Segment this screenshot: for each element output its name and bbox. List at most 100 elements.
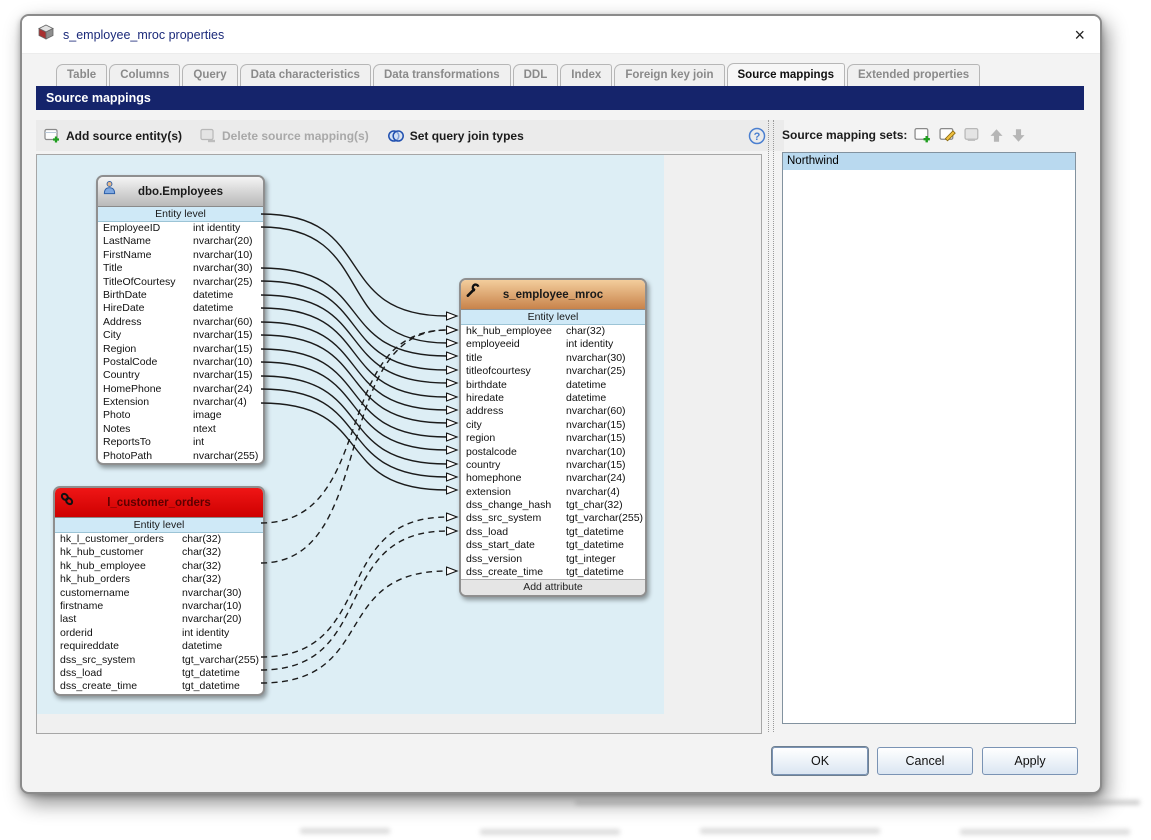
attribute-row[interactable]: BirthDatedatetime	[98, 289, 263, 302]
tab-query[interactable]: Query	[182, 64, 237, 86]
attribute-row[interactable]: hk_hub_employeechar(32)	[461, 325, 645, 338]
attribute-row[interactable]: dss_versiontgt_integer	[461, 553, 645, 566]
attribute-name: ReportsTo	[103, 436, 193, 449]
attribute-row[interactable]: dss_change_hashtgt_char(32)	[461, 499, 645, 512]
attribute-row[interactable]: dss_src_systemtgt_varchar(255)	[461, 512, 645, 525]
attribute-row[interactable]: EmployeeIDint identity	[98, 222, 263, 235]
panel-splitter[interactable]	[768, 120, 774, 732]
entity-link[interactable]: l_customer_ordersEntity levelhk_l_custom…	[53, 486, 265, 696]
tab-ddl[interactable]: DDL	[513, 64, 559, 86]
attribute-row[interactable]: dss_src_systemtgt_varchar(255)	[55, 654, 263, 667]
add-source-entity-button[interactable]: Add source entity(s)	[44, 128, 182, 144]
section-header: Source mappings	[36, 86, 1084, 110]
close-icon[interactable]: ×	[1074, 26, 1085, 44]
attribute-row[interactable]: Countrynvarchar(15)	[98, 369, 263, 382]
attribute-type: char(32)	[182, 560, 263, 573]
attribute-type: image	[193, 409, 263, 422]
apply-button[interactable]: Apply	[982, 747, 1078, 775]
attribute-row[interactable]: Titlenvarchar(30)	[98, 262, 263, 275]
entity-section-row[interactable]: Entity level	[98, 207, 263, 222]
attribute-row[interactable]: Addressnvarchar(60)	[98, 316, 263, 329]
attribute-row[interactable]: dss_loadtgt_datetime	[461, 526, 645, 539]
source-mapping-sets-list[interactable]: Northwind	[782, 152, 1076, 724]
attribute-row[interactable]: firstnamenvarchar(10)	[55, 600, 263, 613]
cancel-button[interactable]: Cancel	[877, 747, 973, 775]
entity-section-row[interactable]: Entity level	[55, 518, 263, 533]
tab-source-mappings[interactable]: Source mappings	[727, 63, 846, 86]
delete-table-icon	[200, 128, 217, 144]
attribute-row[interactable]: hk_l_customer_orderschar(32)	[55, 533, 263, 546]
tab-data-characteristics[interactable]: Data characteristics	[240, 64, 371, 86]
mapping-diagram-canvas[interactable]: dbo.EmployeesEntity levelEmployeeIDint i…	[36, 154, 762, 734]
entity-employees[interactable]: dbo.EmployeesEntity levelEmployeeIDint i…	[96, 175, 265, 465]
attribute-row[interactable]: TitleOfCourtesynvarchar(25)	[98, 276, 263, 289]
attribute-row[interactable]: LastNamenvarchar(20)	[98, 235, 263, 248]
edit-mapping-set-icon[interactable]	[939, 127, 957, 144]
attribute-row[interactable]: employeeidint identity	[461, 338, 645, 351]
attribute-row[interactable]: dss_start_datetgt_datetime	[461, 539, 645, 552]
attribute-row[interactable]: titleofcourtesynvarchar(25)	[461, 365, 645, 378]
attribute-row[interactable]: FirstNamenvarchar(10)	[98, 249, 263, 262]
attribute-row[interactable]: ReportsToint	[98, 436, 263, 449]
attribute-row[interactable]: titlenvarchar(30)	[461, 352, 645, 365]
attribute-row[interactable]: dss_loadtgt_datetime	[55, 667, 263, 680]
attribute-row[interactable]: Citynvarchar(15)	[98, 329, 263, 342]
help-icon[interactable]: ?	[748, 127, 766, 145]
attribute-row[interactable]: HomePhonenvarchar(24)	[98, 383, 263, 396]
move-up-icon[interactable]	[989, 128, 1004, 143]
attribute-row[interactable]: countrynvarchar(15)	[461, 459, 645, 472]
attribute-row[interactable]: dss_create_timetgt_datetime	[55, 680, 263, 693]
wrench-icon	[465, 283, 480, 301]
tab-table[interactable]: Table	[56, 64, 107, 86]
attribute-row[interactable]: hk_hub_employeechar(32)	[55, 560, 263, 573]
attribute-row[interactable]: addressnvarchar(60)	[461, 405, 645, 418]
attribute-row[interactable]: dss_create_timetgt_datetime	[461, 566, 645, 579]
set-query-join-types-button[interactable]: Set query join types	[387, 129, 524, 143]
attribute-row[interactable]: hiredatedatetime	[461, 392, 645, 405]
entity-footer-add-attribute[interactable]: Add attribute	[461, 579, 645, 595]
attribute-row[interactable]: extensionnvarchar(4)	[461, 486, 645, 499]
attribute-row[interactable]: Extensionnvarchar(4)	[98, 396, 263, 409]
attribute-row[interactable]: citynvarchar(15)	[461, 419, 645, 432]
entity-header[interactable]: dbo.Employees	[98, 177, 263, 207]
entity-target[interactable]: s_employee_mrocEntity levelhk_hub_employ…	[459, 278, 647, 597]
ok-button[interactable]: OK	[772, 747, 868, 775]
tab-index[interactable]: Index	[560, 64, 612, 86]
attribute-row[interactable]: orderidint identity	[55, 627, 263, 640]
attribute-row[interactable]: PhotoPathnvarchar(255)	[98, 450, 263, 463]
entity-header[interactable]: l_customer_orders	[55, 488, 263, 518]
attribute-name: extension	[466, 486, 566, 499]
attribute-name: Title	[103, 262, 193, 275]
delete-source-mapping-button[interactable]: Delete source mapping(s)	[200, 128, 369, 144]
attribute-name: Region	[103, 343, 193, 356]
attribute-row[interactable]: Regionnvarchar(15)	[98, 343, 263, 356]
attribute-row[interactable]: customernamenvarchar(30)	[55, 587, 263, 600]
attribute-name: city	[466, 419, 566, 432]
tab-foreign-key-join[interactable]: Foreign key join	[614, 64, 724, 86]
add-mapping-set-icon[interactable]	[914, 127, 932, 144]
mapping-set-item[interactable]: Northwind	[783, 153, 1075, 170]
attribute-row[interactable]: HireDatedatetime	[98, 302, 263, 315]
delete-mapping-set-icon[interactable]	[964, 127, 982, 144]
attribute-row[interactable]: postalcodenvarchar(10)	[461, 446, 645, 459]
tab-data-transformations[interactable]: Data transformations	[373, 64, 511, 86]
attribute-row[interactable]: birthdatedatetime	[461, 379, 645, 392]
attribute-row[interactable]: regionnvarchar(15)	[461, 432, 645, 445]
attribute-name: hk_l_customer_orders	[60, 533, 182, 546]
attribute-row[interactable]: lastnvarchar(20)	[55, 613, 263, 626]
attribute-row[interactable]: Notesntext	[98, 423, 263, 436]
attribute-row[interactable]: hk_hub_customerchar(32)	[55, 546, 263, 559]
attribute-row[interactable]: PostalCodenvarchar(10)	[98, 356, 263, 369]
attribute-row[interactable]: Photoimage	[98, 409, 263, 422]
entity-header[interactable]: s_employee_mroc	[461, 280, 645, 310]
tab-columns[interactable]: Columns	[109, 64, 180, 86]
entity-section-row[interactable]: Entity level	[461, 310, 645, 325]
attribute-row[interactable]: homephonenvarchar(24)	[461, 472, 645, 485]
attribute-row[interactable]: hk_hub_orderschar(32)	[55, 573, 263, 586]
attribute-row[interactable]: requireddatedatetime	[55, 640, 263, 653]
tab-extended-properties[interactable]: Extended properties	[847, 64, 980, 86]
attribute-type: datetime	[193, 302, 263, 315]
move-down-icon[interactable]	[1011, 128, 1026, 143]
attribute-type: datetime	[566, 379, 645, 392]
background-blur	[480, 829, 620, 835]
